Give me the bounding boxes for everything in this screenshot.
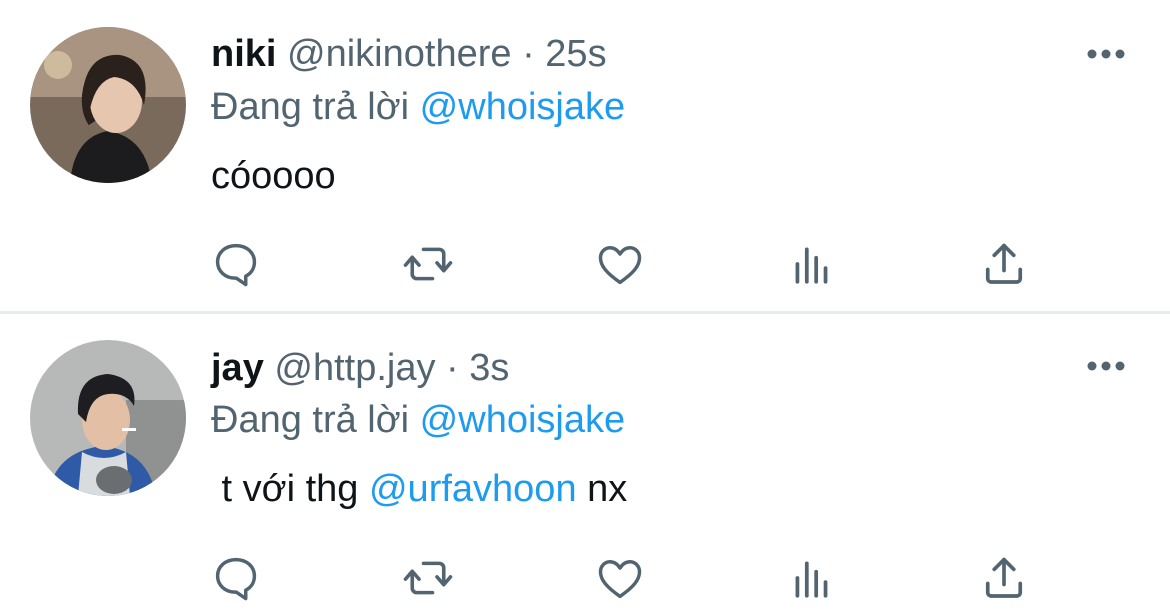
more-options-icon[interactable] xyxy=(1086,356,1126,376)
mention-link[interactable]: @whoisjake xyxy=(420,86,625,128)
separator: · xyxy=(522,33,535,75)
retweet-icon[interactable] xyxy=(398,548,458,608)
views-icon[interactable] xyxy=(782,234,842,294)
display-name[interactable]: niki xyxy=(211,33,276,75)
action-bar xyxy=(0,234,1170,294)
replying-to-label: Đang trả lời xyxy=(211,86,410,128)
reply-icon[interactable] xyxy=(206,234,266,294)
share-icon[interactable] xyxy=(974,548,1034,608)
views-icon[interactable] xyxy=(782,548,842,608)
reply-icon[interactable] xyxy=(206,548,266,608)
mention-link[interactable]: @whoisjake xyxy=(420,399,625,441)
tweet[interactable]: jay @http.jay · 3s Đang trả lời @whoisja… xyxy=(0,314,1170,614)
tweet-text-segment: nx xyxy=(576,468,628,510)
replying-to: Đang trả lời @whoisjake xyxy=(211,398,625,442)
tweet-text: cóoooo xyxy=(211,154,336,198)
tweet-header: niki @nikinothere · 25s xyxy=(211,32,607,76)
avatar[interactable] xyxy=(30,340,186,496)
replying-to-label: Đang trả lời xyxy=(211,399,410,441)
tweet-text-segment: cóoooo xyxy=(211,155,336,197)
display-name[interactable]: jay xyxy=(211,347,264,389)
timestamp[interactable]: 25s xyxy=(545,33,606,75)
retweet-icon[interactable] xyxy=(398,234,458,294)
separator: · xyxy=(446,347,459,389)
mention-link[interactable]: @urfavhoon xyxy=(369,468,577,510)
avatar[interactable] xyxy=(30,27,186,183)
handle[interactable]: @nikinothere xyxy=(287,33,511,75)
tweet[interactable]: niki @nikinothere · 25s Đang trả lời @wh… xyxy=(0,0,1170,312)
handle[interactable]: @http.jay xyxy=(274,347,435,389)
like-icon[interactable] xyxy=(590,234,650,294)
tweet-text: t với thg @urfavhoon nx xyxy=(211,467,628,511)
share-icon[interactable] xyxy=(974,234,1034,294)
timestamp[interactable]: 3s xyxy=(469,347,509,389)
tweet-header: jay @http.jay · 3s xyxy=(211,346,509,390)
like-icon[interactable] xyxy=(590,548,650,608)
replying-to: Đang trả lời @whoisjake xyxy=(211,85,625,129)
more-options-icon[interactable] xyxy=(1086,44,1126,64)
tweet-text-segment: t với thg xyxy=(211,468,369,510)
action-bar xyxy=(0,548,1170,608)
